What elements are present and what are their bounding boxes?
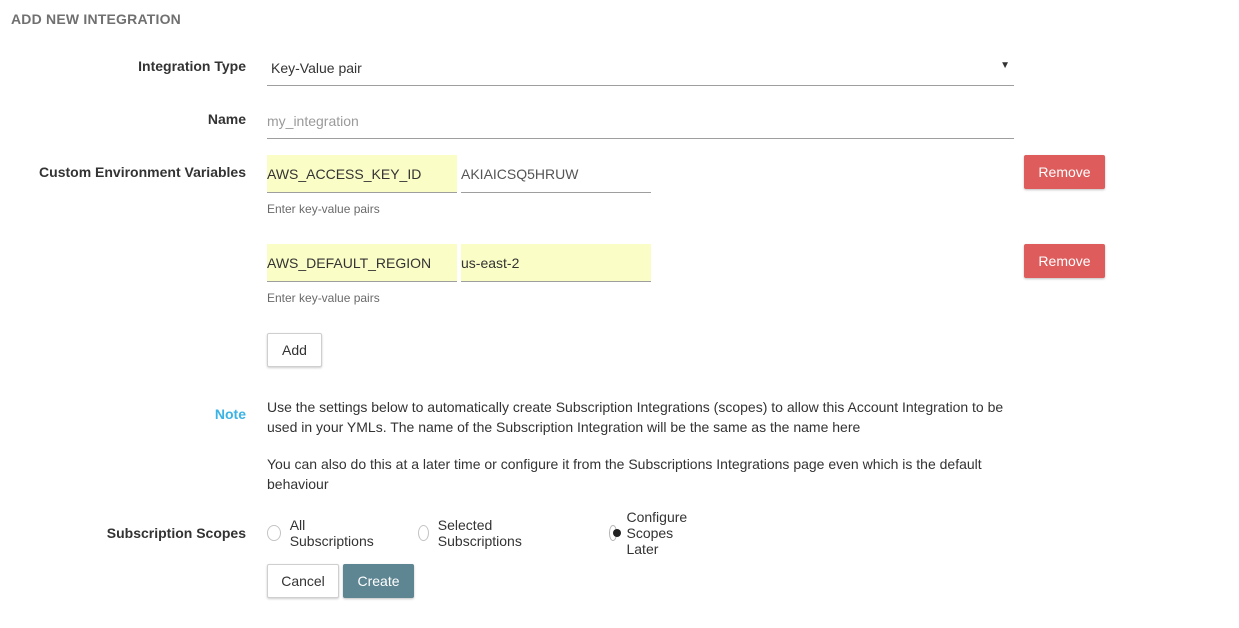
env-var-hint: Enter key-value pairs [267,202,380,216]
env-var-key-input[interactable] [267,155,457,193]
remove-env-var-button[interactable]: Remove [1024,155,1105,189]
env-var-hint: Enter key-value pairs [267,291,380,305]
env-var-key-input[interactable] [267,244,457,282]
radio-label: Configure Scopes Later [626,509,688,557]
note-paragraph: Use the settings below to automatically … [267,399,1004,435]
radio-selected-subscriptions[interactable]: Selected Subscriptions [418,517,527,549]
cancel-button[interactable]: Cancel [267,564,339,598]
note-paragraph: You can also do this at a later time or … [267,456,982,492]
radio-label: All Subscriptions [289,517,374,549]
remove-env-var-button[interactable]: Remove [1024,244,1105,278]
env-var-value-input[interactable] [461,155,651,193]
radio-circle[interactable] [418,525,429,541]
page-title: ADD NEW INTEGRATION [11,11,181,27]
add-env-var-button[interactable]: Add [267,333,322,367]
radio-all-subscriptions[interactable]: All Subscriptions [267,517,376,549]
subscription-scopes-label: Subscription Scopes [106,525,246,541]
integration-type-label: Integration Type [138,58,246,74]
add-integration-page: ADD NEW INTEGRATION Integration Type Key… [0,0,1239,628]
integration-type-value: Key-Value pair [271,60,362,76]
radio-circle-checked[interactable] [609,525,622,541]
caret-down-icon: ▼ [1000,60,1010,71]
name-input[interactable] [267,104,1014,139]
name-label: Name [207,111,246,127]
radio-configure-later[interactable]: Configure Scopes Later [609,509,695,557]
integration-type-select[interactable]: Key-Value pair ▼ [267,52,1014,86]
env-vars-label: Custom Environment Variables [39,164,246,180]
radio-label: Selected Subscriptions [437,517,522,549]
note-label: Note [214,406,246,422]
env-var-value-input[interactable] [461,244,651,282]
radio-circle[interactable] [267,525,281,541]
create-button[interactable]: Create [343,564,414,598]
